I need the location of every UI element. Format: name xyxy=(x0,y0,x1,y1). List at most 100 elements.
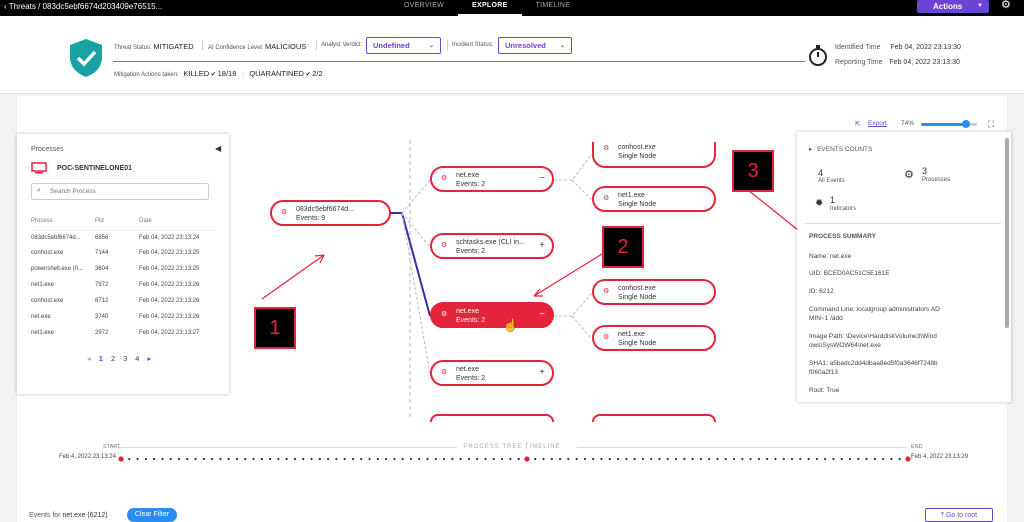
child-node-partial[interactable] xyxy=(592,414,716,422)
timeline-tick[interactable] xyxy=(219,457,222,461)
table-row[interactable]: net.exe 3740 Feb 04, 2022 23:13:26 xyxy=(31,310,216,326)
page-1[interactable]: 1 xyxy=(99,354,103,363)
timeline-tick[interactable] xyxy=(766,457,769,461)
timeline-tick[interactable] xyxy=(650,457,653,461)
timeline-tick[interactable] xyxy=(310,457,313,461)
expand-icon[interactable]: + xyxy=(539,240,545,251)
column-pid[interactable]: Pid xyxy=(95,218,104,224)
timeline-tick[interactable] xyxy=(384,457,388,461)
timeline-tick[interactable] xyxy=(890,457,893,461)
timeline-tick[interactable] xyxy=(186,457,189,461)
clear-filter-button[interactable]: Clear Filter xyxy=(127,508,177,522)
timeline-tick[interactable] xyxy=(368,457,371,461)
timeline-tick[interactable] xyxy=(724,457,727,461)
timeline-tick[interactable] xyxy=(426,457,429,461)
timeline-tick[interactable] xyxy=(542,457,545,461)
timeline-tick[interactable] xyxy=(302,457,305,461)
table-row[interactable]: conhost.exe 7144 Feb 04, 2022 23:13:25 xyxy=(31,246,216,262)
timeline-tick[interactable] xyxy=(625,457,628,461)
expand-icon[interactable]: + xyxy=(539,367,545,378)
timeline-tick[interactable] xyxy=(592,457,595,461)
timeline-tick[interactable] xyxy=(815,457,818,461)
timeline-tick[interactable] xyxy=(517,457,520,461)
timeline-tick[interactable] xyxy=(260,457,263,461)
timeline-tick[interactable] xyxy=(285,457,288,461)
child-node[interactable]: ⚙ conhost.exe Single Node xyxy=(592,142,716,168)
process-node-selected[interactable]: ⚙ net.exe Events: 2 − xyxy=(430,302,554,328)
timeline-tick[interactable] xyxy=(832,457,835,461)
timeline-tick[interactable] xyxy=(202,457,205,461)
timeline-tick[interactable] xyxy=(749,457,752,461)
table-row[interactable]: net1.exe 7972 Feb 04, 2022 23:13:26 xyxy=(31,278,216,294)
timeline-tick[interactable] xyxy=(716,457,719,461)
panel-scrollbar[interactable] xyxy=(1005,138,1009,328)
timeline-tick[interactable] xyxy=(550,457,553,461)
timeline-tick[interactable] xyxy=(633,457,636,461)
timeline-tick[interactable] xyxy=(741,457,744,461)
go-to-root-button[interactable]: ⤒ Go to root xyxy=(925,508,993,522)
timeline-tick[interactable] xyxy=(318,457,321,461)
timeline-tick[interactable] xyxy=(235,457,239,461)
timeline-tick[interactable] xyxy=(616,457,620,461)
timeline-tick[interactable] xyxy=(418,457,421,461)
timeline-tick[interactable] xyxy=(799,457,802,461)
collapse-icon[interactable]: − xyxy=(539,173,545,184)
timeline-tick[interactable] xyxy=(873,457,876,461)
column-date[interactable]: Date xyxy=(139,218,152,224)
timeline-tick[interactable] xyxy=(500,457,504,461)
page-2[interactable]: 2 xyxy=(111,354,115,363)
collapse-icon[interactable]: − xyxy=(539,309,545,320)
timeline-tick[interactable] xyxy=(790,457,794,461)
timeline-tick[interactable] xyxy=(269,457,272,461)
page-4[interactable]: 4 xyxy=(135,354,139,363)
timeline-tick[interactable] xyxy=(492,457,495,461)
collapse-panel-icon[interactable]: ◀ xyxy=(215,144,221,153)
timeline-tick[interactable] xyxy=(293,457,297,461)
timeline-tick[interactable] xyxy=(708,457,711,461)
timeline-tick[interactable] xyxy=(161,457,164,461)
timeline-tick[interactable] xyxy=(608,457,611,461)
timeline-tick[interactable] xyxy=(699,457,702,461)
table-row[interactable]: net1.exe 2972 Feb 04, 2022 23:13:27 xyxy=(31,326,216,342)
timeline-tick[interactable] xyxy=(509,457,512,461)
timeline-tick[interactable] xyxy=(757,457,760,461)
timeline-tick[interactable] xyxy=(857,457,860,461)
process-node[interactable]: ⚙ net.exe Events: 2 − xyxy=(430,166,554,192)
timeline-tick[interactable] xyxy=(393,457,396,461)
timeline-tick[interactable] xyxy=(683,457,686,461)
child-node[interactable]: ⚙ conhost.exe Single Node xyxy=(592,279,716,305)
timeline-tick[interactable] xyxy=(194,457,197,461)
next-page-icon[interactable]: ▸ xyxy=(147,354,151,363)
timeline-tick[interactable] xyxy=(583,457,587,461)
timeline-tick[interactable] xyxy=(451,457,454,461)
timeline-tick[interactable] xyxy=(882,457,885,461)
timeline-tick[interactable] xyxy=(691,457,694,461)
timeline-tick[interactable] xyxy=(534,457,537,461)
timeline-tick[interactable] xyxy=(782,457,785,461)
timeline-tick[interactable] xyxy=(434,457,437,461)
timeline-event-marker[interactable] xyxy=(905,456,911,462)
timeline-tick[interactable] xyxy=(666,457,669,461)
timeline-tick[interactable] xyxy=(865,457,868,461)
timeline-tick[interactable] xyxy=(153,457,156,461)
timeline-event-marker[interactable] xyxy=(118,456,124,462)
timeline-track[interactable] xyxy=(117,454,912,464)
timeline-tick[interactable] xyxy=(244,457,247,461)
child-node[interactable]: ⚙ net1.exe Single Node xyxy=(592,186,716,212)
child-node[interactable]: ⚙ net1.exe Single Node xyxy=(592,325,716,351)
timeline-tick[interactable] xyxy=(476,457,479,461)
timeline-tick[interactable] xyxy=(128,457,131,461)
timeline-tick[interactable] xyxy=(211,457,214,461)
process-node-root[interactable]: ⚙ 083dc5ebf6674d... Events: 9 xyxy=(270,200,391,226)
timeline-tick[interactable] xyxy=(641,457,645,461)
timeline-tick[interactable] xyxy=(360,457,363,461)
timeline-tick[interactable] xyxy=(144,457,147,461)
timeline-tick[interactable] xyxy=(351,457,355,461)
table-row[interactable]: 083dc5ebf6674d... 6856 Feb 04, 2022 23:1… xyxy=(31,230,216,246)
events-counts-header[interactable]: ▸ EVENTS COUNTS xyxy=(809,145,872,153)
timeline-tick[interactable] xyxy=(567,457,570,461)
process-node[interactable]: ⚙ net.exe Events: 2 + xyxy=(430,360,554,386)
timeline-tick[interactable] xyxy=(807,457,810,461)
timeline-tick[interactable] xyxy=(732,457,736,461)
timeline-tick[interactable] xyxy=(575,457,578,461)
